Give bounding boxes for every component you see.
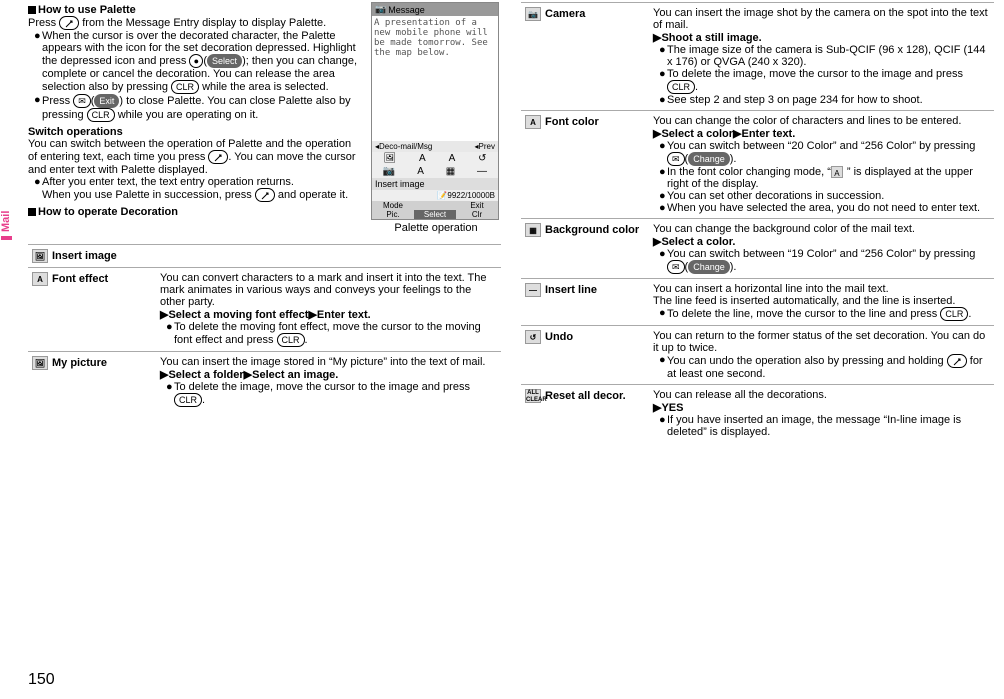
reset-all-icon: ALLCLEAR <box>525 389 541 403</box>
font-color-indicator-icon: A <box>831 166 843 178</box>
mail-key-icon: ✉ <box>667 260 685 274</box>
row-label: Undo <box>545 331 573 343</box>
call-key-icon <box>947 354 967 368</box>
clr-key-icon: CLR <box>940 307 968 321</box>
center-key-icon: ● <box>189 54 203 68</box>
phone-title-icon: 📷 <box>375 4 386 15</box>
mail-key-icon: ✉ <box>73 94 91 108</box>
decoration-table-right: 📷Camera You can insert the image shot by… <box>521 2 994 442</box>
insert-line-icon: — <box>525 283 541 297</box>
my-picture-icon: 🖼 <box>32 356 48 370</box>
row-label: Camera <box>545 8 585 20</box>
side-tab-mail: Mail <box>0 211 12 240</box>
clr-key-icon: CLR <box>277 333 305 347</box>
bullet-item: ● When the cursor is over the decorated … <box>34 30 363 94</box>
call-key-icon <box>208 150 228 164</box>
font-color-icon: A <box>525 115 541 129</box>
decoration-table-left: 🖼Insert image AFont effect You can conve… <box>28 244 501 411</box>
call-key-icon <box>255 188 275 202</box>
select-softkey-icon: Select <box>207 54 242 68</box>
figure-palette-operation: 📷Message A presentation of a new mobile … <box>371 2 501 234</box>
row-label: Font color <box>545 116 599 128</box>
clr-key-icon: CLR <box>667 80 695 94</box>
change-softkey-icon: Change <box>688 152 730 166</box>
heading-how-to-use-palette: How to use Palette <box>28 4 363 16</box>
camera-icon: 📷 <box>525 7 541 21</box>
clr-key-icon: CLR <box>171 80 199 94</box>
change-softkey-icon: Change <box>688 260 730 274</box>
row-label: My picture <box>52 357 107 369</box>
page-number: 150 <box>28 671 55 689</box>
row-label: Insert line <box>545 284 597 296</box>
undo-icon: ↺ <box>525 330 541 344</box>
bullet-item: ● After you enter text, the text entry o… <box>34 176 363 202</box>
exit-softkey-icon: Exit <box>94 94 119 108</box>
row-label: Background color <box>545 224 639 236</box>
clr-key-icon: CLR <box>174 393 202 407</box>
bullet-item: ● Press ✉(Exit) to close Palette. You ca… <box>34 94 363 122</box>
insert-image-icon: 🖼 <box>32 249 48 263</box>
row-label: Reset all decor. <box>545 390 626 402</box>
font-effect-icon: A <box>32 272 48 286</box>
heading-switch-operations: Switch operations <box>28 126 363 138</box>
background-color-icon: ▦ <box>525 223 541 237</box>
figure-caption: Palette operation <box>371 222 501 234</box>
call-key-icon <box>59 16 79 30</box>
row-label: Font effect <box>52 273 108 285</box>
clr-key-icon: CLR <box>87 108 115 122</box>
row-label: Insert image <box>52 250 117 262</box>
paragraph: You can switch between the operation of … <box>28 138 363 176</box>
mail-key-icon: ✉ <box>667 152 685 166</box>
heading-how-to-operate-decoration: How to operate Decoration <box>28 206 363 218</box>
paragraph: Press from the Message Entry display to … <box>28 16 363 30</box>
